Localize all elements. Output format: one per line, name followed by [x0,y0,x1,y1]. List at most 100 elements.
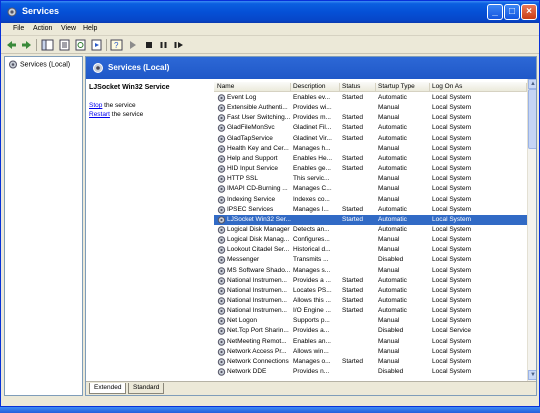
service-startup-type: Disabled [378,256,404,264]
menu-help[interactable]: Help [83,25,97,32]
minimize-button[interactable]: _ [487,4,503,20]
service-row[interactable]: Network DDE Provides n... Disabled Local Sy… [214,367,527,377]
service-startup-type: Automatic [378,154,407,162]
service-startup-type: Manual [378,357,400,365]
service-row[interactable]: GladTapService Gladinet Vir... Started Auto… [214,134,527,144]
service-row[interactable]: LJSocket Win32 Ser... Started Automatic Loc… [214,214,527,225]
service-startup-type: Manual [378,246,400,254]
service-row[interactable]: NetMeeting Remot... Enables an... Manual Lo… [214,337,527,347]
service-row[interactable]: Logical Disk Manag... Configures... Manual… [214,235,527,245]
service-name: Messenger [227,256,260,264]
column-header-log-on-as[interactable]: Log On As [430,83,527,92]
stop-service-icon[interactable] [142,39,155,51]
start-service-icon[interactable] [126,39,139,51]
console-tree-icon[interactable] [41,39,54,51]
restart-service-link[interactable]: Restart [89,111,110,118]
close-button[interactable]: × [521,4,537,20]
column-header-description[interactable]: Description [291,83,340,92]
stop-service-link[interactable]: Stop [89,102,102,109]
service-name: IPSEC Services [227,205,274,213]
service-row[interactable]: National Instrumen... Provides a ... Start… [214,276,527,286]
menu-file[interactable]: File [13,25,24,32]
service-name: Event Log [227,94,257,101]
service-gear-icon [217,256,226,265]
menu-action[interactable]: Action [33,25,52,32]
service-name: Net.Tcp Port Sharin... [227,327,289,335]
service-log-on-as: Local System [432,337,472,345]
service-startup-type: Automatic [378,225,407,233]
column-header-name[interactable]: Name [215,83,291,92]
service-gear-icon [217,327,226,336]
scroll-down-button[interactable]: ▼ [528,370,536,380]
service-startup-type: Manual [378,347,400,355]
scroll-up-button[interactable]: ▲ [528,79,536,89]
service-row[interactable]: IPSEC Services Manages I... Started Automat… [214,205,527,215]
service-row[interactable]: IMAPI CD-Burning ... Manages C... Manual Lo… [214,184,527,194]
back-arrow-icon[interactable] [5,39,18,51]
service-row[interactable]: MS Software Shado... Manages s... Manual Lo… [214,266,527,276]
service-description: Manages o... [293,357,331,365]
service-row[interactable]: Logical Disk Manager Detects an... Automat… [214,225,527,235]
vertical-scrollbar[interactable]: ▲ ▼ [527,79,536,381]
service-row[interactable]: Net.Tcp Port Sharin... Provides a... Disab… [214,326,527,336]
toolbar-separator [106,39,107,51]
service-startup-type: Automatic [378,165,407,173]
service-startup-type: Manual [378,185,400,193]
service-row[interactable]: HID Input Service Enables ge... Started Aut… [214,164,527,174]
service-gear-icon [217,368,226,376]
refresh-icon[interactable] [74,39,87,51]
column-header-startup-type[interactable]: Startup Type [376,83,430,92]
pause-service-icon[interactable] [157,39,170,51]
service-gear-icon [217,185,226,194]
forward-arrow-icon[interactable] [20,39,33,51]
service-description: Locates PS... [293,286,332,294]
service-gear-icon [217,134,226,143]
service-description: Enables He... [293,154,333,162]
title-bar[interactable]: Services _ □ × [1,1,539,23]
export-list-icon[interactable] [90,39,103,51]
service-description: Provides m... [293,114,331,122]
properties-icon[interactable] [58,39,71,51]
service-row[interactable]: Net Logon Supports p... Manual Local System [214,316,527,326]
service-row[interactable]: Extensible Authenti... Provides wi... Manu… [214,103,527,113]
service-status: Started [342,114,363,122]
service-row[interactable]: Messenger Transmits ... Disabled Local Syst… [214,255,527,265]
service-gear-icon [217,266,226,275]
service-row[interactable]: Event Log Enables ev... Started Automatic Lo… [214,93,527,103]
service-row[interactable]: National Instrumen... Locates PS... Starte… [214,286,527,296]
service-row[interactable]: Help and Support Enables He... Started Auto… [214,154,527,164]
column-header-status[interactable]: Status [340,83,376,92]
service-row[interactable]: Lookout Citadel Ser... Historical d... Man… [214,245,527,255]
service-row[interactable]: Fast User Switching... Provides m... Start… [214,113,527,123]
service-row[interactable]: GladFileMonSvc Gladinet Fil... Started Auto… [214,123,527,133]
service-row[interactable]: Network Connections Manages o... Started Ma… [214,357,527,367]
service-row[interactable]: HTTP SSL This servic... Manual Local System [214,174,527,184]
tab-standard[interactable]: Standard [128,383,165,394]
restart-service-icon[interactable] [172,39,185,51]
service-name: IMAPI CD-Burning ... [227,185,288,193]
service-description: Enables ge... [293,165,331,173]
services-list: Name Description Status Startup Type Log… [214,79,527,381]
service-row[interactable]: National Instrumen... I/O Engine ... Start… [214,306,527,316]
help-icon[interactable]: ? [110,39,123,51]
service-startup-type: Disabled [378,327,404,335]
service-row[interactable]: Health Key and Cer... Manages h... Manual L… [214,144,527,154]
service-row[interactable]: National Instrumen... Allows this ... Star… [214,296,527,306]
service-status: Started [342,286,363,294]
scroll-thumb[interactable] [528,89,536,149]
service-startup-type: Automatic [378,205,407,213]
service-row[interactable]: Indexing Service Indexes co... Manual Local… [214,195,527,205]
stop-line-suffix: the service [102,102,136,109]
maximize-button[interactable]: □ [504,4,520,20]
service-description: Enables an... [293,337,331,345]
service-name: GladTapService [227,134,273,142]
tree-item-services-local[interactable]: Services (Local) [8,60,70,70]
service-status: Started [342,134,363,142]
service-name: National Instrumen... [227,307,287,315]
console-tree: Services (Local) [4,56,83,396]
service-gear-icon [217,195,226,204]
service-gear-icon [217,155,226,163]
menu-view[interactable]: View [61,25,76,32]
service-row[interactable]: Network Access Pr... Allows win... Manual L… [214,347,527,357]
tab-extended[interactable]: Extended [89,383,127,394]
